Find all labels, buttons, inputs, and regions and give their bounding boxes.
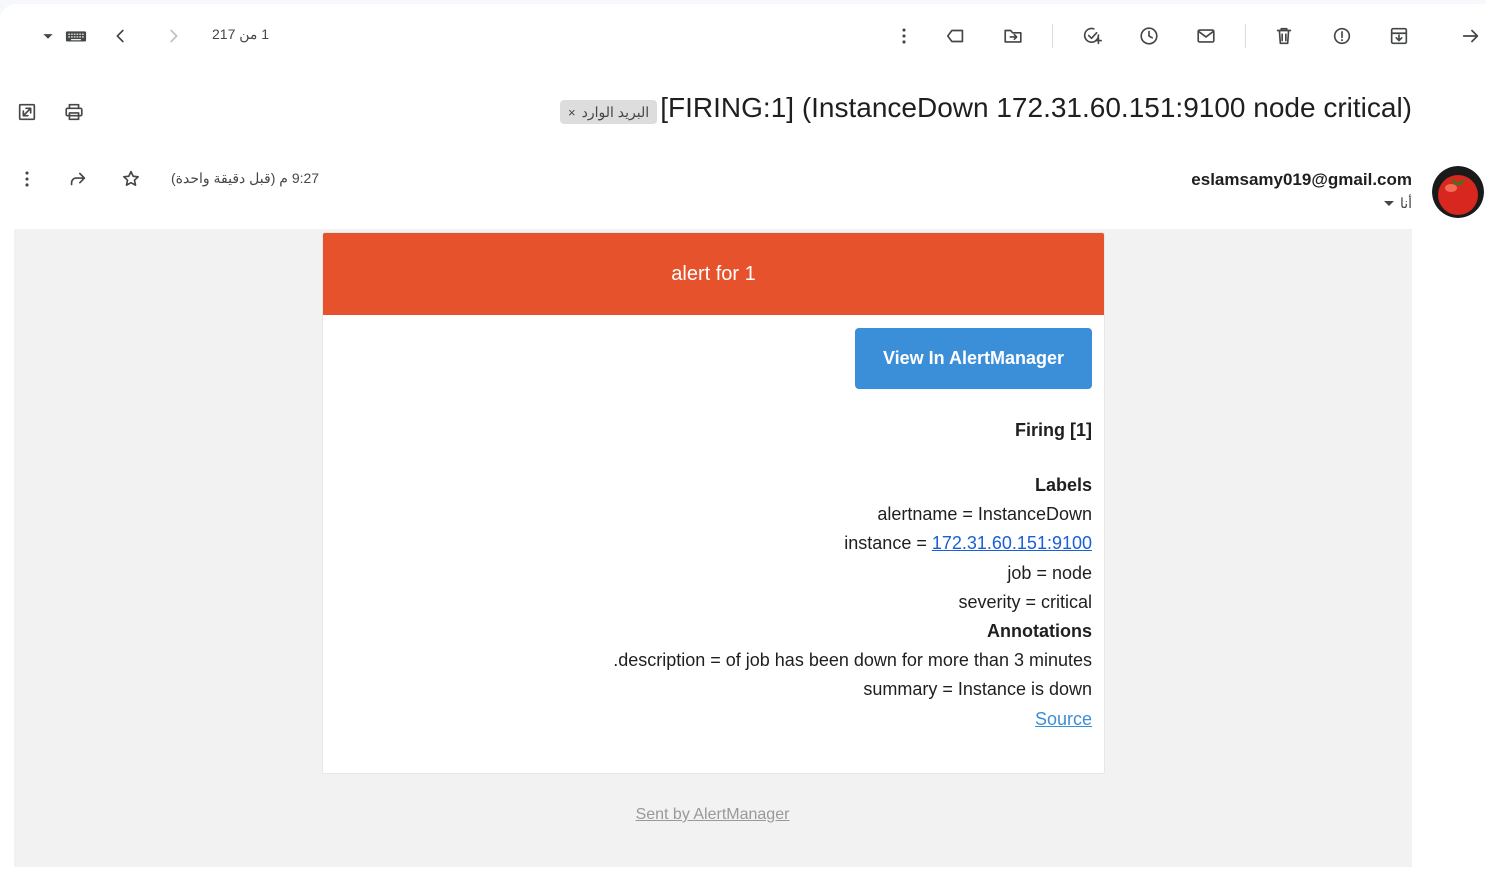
keyboard-icon[interactable] xyxy=(60,22,92,50)
open-new-window-icon[interactable] xyxy=(13,98,41,126)
footer-text[interactable]: Sent by AlertManager xyxy=(322,806,1103,824)
label-instance: instance = 172.31.60.151:9100 xyxy=(844,533,1092,554)
label-icon[interactable] xyxy=(942,22,970,50)
more-vert-icon[interactable] xyxy=(890,22,918,50)
remove-label-icon[interactable]: × xyxy=(568,105,576,120)
back-arrow-icon[interactable] xyxy=(1457,22,1485,50)
move-to-icon[interactable] xyxy=(999,22,1027,50)
recipient-details[interactable]: أنا xyxy=(1383,195,1412,212)
footer-link[interactable]: Sent by AlertManager xyxy=(636,806,790,823)
print-icon[interactable] xyxy=(60,98,88,126)
firing-heading: Firing [1] xyxy=(1015,420,1092,440)
labels-heading: Labels xyxy=(1034,475,1092,495)
star-icon[interactable] xyxy=(117,165,145,193)
forward-icon[interactable] xyxy=(64,165,92,193)
annotation-summary: summary = Instance is down xyxy=(863,679,1092,699)
older-chevron-icon[interactable] xyxy=(159,22,187,50)
label-job: job = node xyxy=(1007,563,1092,583)
instance-prefix: instance = xyxy=(844,533,932,553)
chevron-down-icon xyxy=(1383,201,1394,206)
annotations-heading: Annotations xyxy=(987,621,1092,641)
add-task-icon[interactable] xyxy=(1078,22,1106,50)
email-subject: [FIRING:1] (InstanceDown 172.31.60.151:9… xyxy=(660,92,1412,123)
input-dropdown-icon[interactable] xyxy=(34,22,62,50)
message-time: 9:27 م (قبل دقيقة واحدة) xyxy=(171,170,320,186)
alert-card: alert for 1 View In AlertManager Firing … xyxy=(322,232,1105,774)
label-chip-inbox[interactable]: البريد الوارد × xyxy=(560,100,658,124)
source-link[interactable]: Source xyxy=(1035,709,1092,729)
report-spam-icon[interactable] xyxy=(1328,22,1356,50)
label-severity: severity = critical xyxy=(958,592,1092,612)
recipient-label: أنا xyxy=(1399,195,1412,211)
instance-link[interactable]: 172.31.60.151:9100 xyxy=(932,533,1092,553)
sender-email[interactable]: eslamsamy019@gmail.com xyxy=(1191,170,1412,190)
message-counter: 1 من 217 xyxy=(212,26,270,42)
newer-chevron-icon[interactable] xyxy=(107,22,135,50)
label-chip-text: البريد الوارد xyxy=(581,103,650,120)
label-alertname: alertname = InstanceDown xyxy=(877,504,1092,524)
alert-details: Firing [1] Labels alertname = InstanceDo… xyxy=(332,233,1092,733)
more-vert-icon[interactable] xyxy=(13,165,41,193)
toolbar-divider xyxy=(1052,24,1053,48)
snooze-icon[interactable] xyxy=(1135,22,1163,50)
sender-avatar[interactable] xyxy=(1432,166,1484,218)
mark-unread-icon[interactable] xyxy=(1192,22,1220,50)
delete-icon[interactable] xyxy=(1270,22,1298,50)
archive-icon[interactable] xyxy=(1385,22,1413,50)
toolbar-divider xyxy=(1245,24,1246,48)
annotation-description: .description = of job has been down for … xyxy=(613,650,1092,670)
